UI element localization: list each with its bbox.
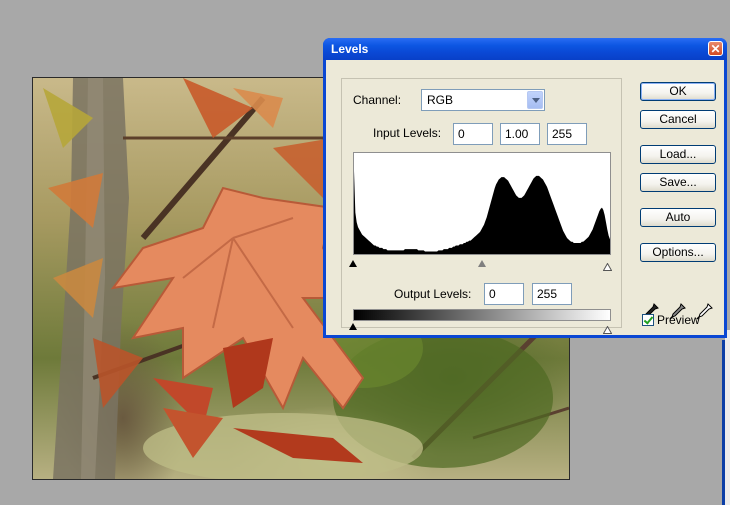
channel-label: Channel: xyxy=(353,93,402,107)
input-gamma-slider-handle[interactable] xyxy=(478,260,486,267)
channel-select[interactable]: RGB xyxy=(421,89,545,111)
input-white-field[interactable]: 255 xyxy=(547,123,587,145)
output-white-field[interactable]: 255 xyxy=(532,283,572,305)
background-app-panel xyxy=(725,330,730,505)
output-levels-slider[interactable] xyxy=(349,323,613,334)
input-gamma-field[interactable]: 1.00 xyxy=(500,123,540,145)
histogram-fill xyxy=(354,171,610,254)
load-button[interactable]: Load... xyxy=(640,145,716,164)
preview-checkbox[interactable] xyxy=(642,314,654,326)
output-white-slider-handle[interactable] xyxy=(602,323,613,334)
output-levels-label: Output Levels: xyxy=(394,287,472,301)
input-black-field[interactable]: 0 xyxy=(453,123,493,145)
input-levels-slider[interactable] xyxy=(349,260,613,271)
dialog-client-area: Channel: RGB Input Levels: 0 1.00 255 Ou… xyxy=(326,60,724,335)
preview-label: Preview xyxy=(657,313,700,327)
histogram xyxy=(353,152,611,255)
output-gradient-bar xyxy=(353,309,611,321)
channel-select-value: RGB xyxy=(427,93,454,107)
output-black-slider-handle[interactable] xyxy=(349,323,357,330)
levels-group: Channel: RGB Input Levels: 0 1.00 255 Ou… xyxy=(341,78,622,334)
input-black-slider-handle[interactable] xyxy=(349,260,357,267)
background-window-border xyxy=(722,340,725,505)
close-icon: ✕ xyxy=(710,42,721,56)
auto-button[interactable]: Auto xyxy=(640,208,716,227)
save-button[interactable]: Save... xyxy=(640,173,716,192)
input-levels-label: Input Levels: xyxy=(373,126,442,140)
input-white-slider-handle[interactable] xyxy=(602,260,613,271)
output-black-field[interactable]: 0 xyxy=(484,283,524,305)
dialog-titlebar[interactable]: Levels ✕ xyxy=(323,38,727,60)
histogram-graph xyxy=(354,171,610,254)
options-button[interactable]: Options... xyxy=(640,243,716,262)
dialog-title: Levels xyxy=(331,42,369,56)
ok-button[interactable]: OK xyxy=(640,82,716,101)
levels-dialog: Levels ✕ Channel: RGB Input Levels: 0 1.… xyxy=(323,38,727,338)
cancel-button[interactable]: Cancel xyxy=(640,110,716,129)
chevron-down-icon[interactable] xyxy=(527,91,543,109)
close-button[interactable]: ✕ xyxy=(708,41,723,56)
